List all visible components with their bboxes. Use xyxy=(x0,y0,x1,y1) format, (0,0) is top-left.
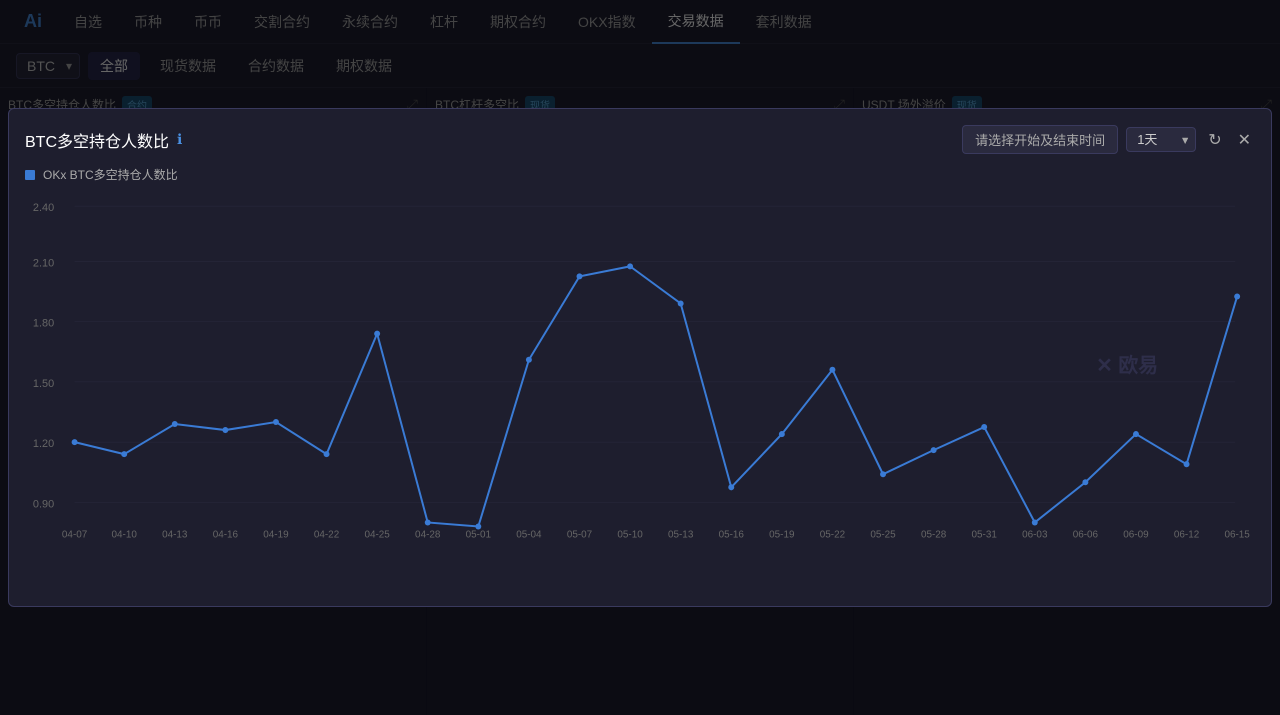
svg-text:05-22: 05-22 xyxy=(820,529,846,540)
svg-text:06-09: 06-09 xyxy=(1123,529,1149,540)
modal-title-group: BTC多空持仓人数比 ℹ xyxy=(25,128,182,152)
svg-text:05-04: 05-04 xyxy=(516,529,542,540)
svg-text:04-28: 04-28 xyxy=(415,529,441,540)
svg-text:05-07: 05-07 xyxy=(567,529,593,540)
legend-dot xyxy=(25,170,35,180)
svg-text:05-19: 05-19 xyxy=(769,529,795,540)
svg-text:04-16: 04-16 xyxy=(213,529,239,540)
svg-text:04-07: 04-07 xyxy=(62,529,88,540)
modal-controls: 请选择开始及结束时间 1天 4小时 1小时 ▾ ↻ ✕ xyxy=(962,125,1255,154)
close-button[interactable]: ✕ xyxy=(1234,126,1255,154)
svg-text:05-10: 05-10 xyxy=(617,529,643,540)
svg-text:05-31: 05-31 xyxy=(972,529,998,540)
modal-header: BTC多空持仓人数比 ℹ 请选择开始及结束时间 1天 4小时 1小时 ▾ ↻ ✕ xyxy=(25,125,1255,154)
modal-title-text: BTC多空持仓人数比 xyxy=(25,128,169,152)
svg-text:2.10: 2.10 xyxy=(33,257,54,269)
date-picker-button[interactable]: 请选择开始及结束时间 xyxy=(962,125,1118,154)
svg-text:04-10: 04-10 xyxy=(112,529,138,540)
svg-text:05-01: 05-01 xyxy=(466,529,492,540)
svg-text:06-15: 06-15 xyxy=(1224,529,1250,540)
svg-text:2.40: 2.40 xyxy=(33,202,54,214)
svg-text:06-06: 06-06 xyxy=(1073,529,1099,540)
svg-text:05-25: 05-25 xyxy=(870,529,896,540)
svg-text:1.80: 1.80 xyxy=(33,318,54,330)
svg-text:05-16: 05-16 xyxy=(719,529,745,540)
svg-text:1.50: 1.50 xyxy=(33,378,54,390)
svg-text:04-25: 04-25 xyxy=(364,529,390,540)
svg-text:05-13: 05-13 xyxy=(668,529,694,540)
svg-text:04-13: 04-13 xyxy=(162,529,188,540)
svg-text:1.20: 1.20 xyxy=(33,438,54,450)
svg-text:04-19: 04-19 xyxy=(263,529,289,540)
refresh-button[interactable]: ↻ xyxy=(1204,126,1225,154)
svg-text:0.90: 0.90 xyxy=(33,498,54,510)
time-select-wrapper[interactable]: 1天 4小时 1小时 ▾ xyxy=(1126,127,1196,152)
chart-area: 2.40 2.10 1.80 1.50 1.20 0.90 xyxy=(25,191,1255,593)
time-period-select[interactable]: 1天 4小时 1小时 xyxy=(1126,127,1196,152)
chart-legend: OKx BTC多空持仓人数比 xyxy=(25,166,1255,183)
svg-text:06-12: 06-12 xyxy=(1174,529,1200,540)
svg-text:04-22: 04-22 xyxy=(314,529,340,540)
legend-label: OKx BTC多空持仓人数比 xyxy=(43,166,178,183)
info-icon[interactable]: ℹ xyxy=(177,131,182,148)
main-chart-svg: 2.40 2.10 1.80 1.50 1.20 0.90 xyxy=(25,191,1255,593)
svg-text:✕ 欧易: ✕ 欧易 xyxy=(1096,353,1158,377)
svg-text:05-28: 05-28 xyxy=(921,529,947,540)
svg-text:06-03: 06-03 xyxy=(1022,529,1048,540)
modal-container: BTC多空持仓人数比 ℹ 请选择开始及结束时间 1天 4小时 1小时 ▾ ↻ ✕… xyxy=(8,108,1272,607)
